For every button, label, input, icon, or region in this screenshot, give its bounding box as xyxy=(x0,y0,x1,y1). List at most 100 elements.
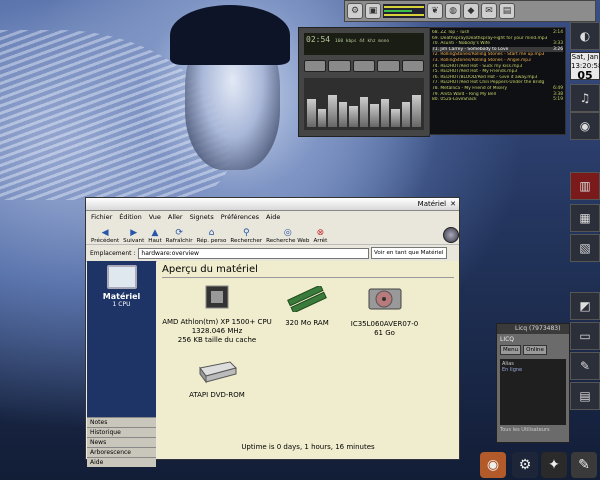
dvd-drive-icon xyxy=(199,361,237,384)
playlist-title: 80. 052a-LoveShack xyxy=(432,97,477,103)
window-title: Matériel xyxy=(417,200,447,208)
fish-icon[interactable]: ◆ xyxy=(463,3,479,19)
xmms-stop-button[interactable] xyxy=(377,60,400,72)
leaf-icon[interactable]: ❦ xyxy=(427,3,443,19)
xmms-equalizer[interactable] xyxy=(304,78,424,130)
sidebar-tab[interactable]: Arborescence xyxy=(87,447,156,457)
close-icon[interactable]: ✕ xyxy=(450,200,456,208)
sidebar-tab[interactable]: Aide xyxy=(87,457,156,467)
menu-item[interactable]: Fichier xyxy=(91,213,112,221)
sidebar-tab[interactable]: Historique xyxy=(87,427,156,437)
cpu-chip-icon xyxy=(205,285,229,309)
disk-device[interactable]: IC35L060AVER07-0 61 Go xyxy=(337,283,432,338)
dock-cd-icon[interactable]: ◉ xyxy=(570,112,600,140)
location-bar: Emplacement : Voir en tant que Matériel xyxy=(86,245,459,262)
playlist-time: 2:14 xyxy=(553,30,563,35)
globe-icon[interactable]: ◍ xyxy=(445,3,461,19)
ram-module-icon xyxy=(287,284,327,314)
sidebar-tab[interactable]: Notes xyxy=(87,417,156,427)
menu-item[interactable]: Signets xyxy=(190,213,214,221)
sidebar: Matériel 1 CPU Notes Historique News Arbore… xyxy=(87,261,156,467)
content-area: Aperçu du matériel AMD Athlon(tm) XP 150… xyxy=(157,261,459,458)
uptime-text: Uptime is 0 days, 1 hours, 16 minutes xyxy=(241,443,375,451)
xmms-time: 02:54 xyxy=(306,35,331,44)
playlist-row[interactable]: 80. 052a-LoveShack 5:19 xyxy=(432,97,563,103)
cpu-speed: 1328.046 MHz xyxy=(191,327,243,335)
dock-files-icon[interactable]: ▤ xyxy=(570,382,600,410)
toolbar-button[interactable]: ⟳ Rafraîchir xyxy=(165,228,194,244)
dvd-name: ATAPI DVD-ROM xyxy=(189,391,245,399)
up-arrow-icon: ▲ xyxy=(151,228,159,238)
xmms-next-button[interactable] xyxy=(401,60,425,72)
toolbar-button[interactable]: ◎ Recherche Web xyxy=(265,228,310,244)
xmms-info: 160 kbps 44 khz mono xyxy=(334,39,390,44)
licq-title[interactable]: Licq (7973483) xyxy=(497,324,569,334)
toolbar-label: Recherche Web xyxy=(266,238,310,244)
licq-menu-button[interactable]: Menu xyxy=(500,345,522,355)
clock-day: Sat, Jan xyxy=(571,53,599,61)
location-input[interactable] xyxy=(138,247,370,259)
refresh-icon: ⟳ xyxy=(175,228,183,238)
toolbar-label: Suivant xyxy=(123,238,145,244)
toolbar-button[interactable]: ⊗ Arrêt xyxy=(312,228,328,244)
licq-status-button[interactable]: Online xyxy=(523,345,547,355)
sparkle-icon[interactable]: ✦ xyxy=(541,452,567,478)
dock-app-icon[interactable]: ◩ xyxy=(570,292,600,320)
ram-device[interactable]: 320 Mo RAM xyxy=(272,284,342,328)
licq-contact-list[interactable]: Alias En ligne xyxy=(500,359,566,425)
sidebar-subtitle: 1 CPU xyxy=(112,301,131,308)
dock-edit-icon[interactable]: ✎ xyxy=(570,352,600,380)
menu-item[interactable]: Vue xyxy=(149,213,161,221)
dock-doc-icon[interactable]: ▭ xyxy=(570,322,600,350)
toolbar-label: Rechercher xyxy=(230,238,263,244)
dock-cpu-graph-icon[interactable]: ▥ xyxy=(570,172,600,200)
menu-item[interactable]: Édition xyxy=(119,213,142,221)
dock-speaker-icon[interactable]: ♫ xyxy=(570,84,600,112)
terminal-icon[interactable]: ▤ xyxy=(499,3,515,19)
forward-arrow-icon: ▶ xyxy=(130,228,138,238)
toolbar-label: Haut xyxy=(148,238,162,244)
xmms-pause-button[interactable] xyxy=(352,60,376,72)
toolbar-button[interactable]: ⚲ Rechercher xyxy=(229,228,263,244)
mail-icon[interactable]: ✉ xyxy=(481,3,497,19)
cpu-device[interactable]: AMD Athlon(tm) XP 1500+ CPU 1328.046 MHz… xyxy=(157,283,277,345)
wrench-icon[interactable]: ✎ xyxy=(571,452,597,478)
toolbar-button[interactable]: ◀ Précédent xyxy=(90,228,120,244)
menu-item[interactable]: Aller xyxy=(168,213,183,221)
home-icon: ⌂ xyxy=(208,228,215,238)
menu-item[interactable]: Aide xyxy=(266,213,280,221)
dvd-device[interactable]: ATAPI DVD-ROM xyxy=(177,358,257,400)
xmms-display: 02:54 160 kbps 44 khz mono xyxy=(304,33,424,55)
window-titlebar[interactable]: Matériel ✕ xyxy=(86,198,459,211)
dock-memory-icon[interactable]: ▦ xyxy=(570,204,600,232)
licq-footer: Tous les Utilisateurs xyxy=(500,427,550,433)
menu-bar: Fichier Édition Vue Aller Signets Préférences… xyxy=(86,211,459,222)
gear-icon[interactable]: ⚙ xyxy=(347,3,363,19)
cpu-meter xyxy=(383,4,425,18)
angel-hair xyxy=(170,5,290,65)
back-arrow-icon: ◀ xyxy=(101,228,109,238)
view-as-select[interactable]: Voir en tant que Matériel xyxy=(371,247,447,259)
kde-gear-icon[interactable]: ⚙ xyxy=(512,452,538,478)
dock-net-icon[interactable]: ▧ xyxy=(570,234,600,262)
xmms-play-button[interactable] xyxy=(328,60,351,72)
xmms-playlist[interactable]: 68. ZZ Top - Tush 2:14 69. Deathspray/Deat… xyxy=(429,27,566,135)
cpu-name: AMD Athlon(tm) XP 1500+ CPU xyxy=(162,318,272,326)
licq-group-online[interactable]: En ligne xyxy=(502,367,564,373)
clock-date: 05 xyxy=(577,69,593,82)
toolbar: ◀ Précédent ▶ Suivant ▲ Haut ⟳ Rafraîchir ⌂ Rép. … xyxy=(86,222,459,245)
toolbar-label: Arrêt xyxy=(313,238,328,244)
toolbar-button[interactable]: ▲ Haut xyxy=(147,228,162,244)
monitor-icon[interactable]: ▣ xyxy=(365,3,381,19)
shell-icon[interactable]: ◉ xyxy=(480,452,506,478)
stop-icon: ⊗ xyxy=(316,228,325,238)
xmms-prev-button[interactable] xyxy=(304,60,327,72)
sidebar-tab[interactable]: News xyxy=(87,437,156,447)
konqueror-window: Matériel ✕ Fichier Édition Vue Aller Signets… xyxy=(85,197,460,467)
toolbar-button[interactable]: ⌂ Rép. perso xyxy=(196,228,228,244)
menu-item[interactable]: Préférences xyxy=(221,213,259,221)
dock-moon-icon[interactable]: ◐ xyxy=(570,22,600,50)
location-label: Emplacement : xyxy=(90,249,136,257)
toolbar-button[interactable]: ▶ Suivant xyxy=(122,228,145,244)
ram-size: 320 Mo RAM xyxy=(285,319,329,327)
